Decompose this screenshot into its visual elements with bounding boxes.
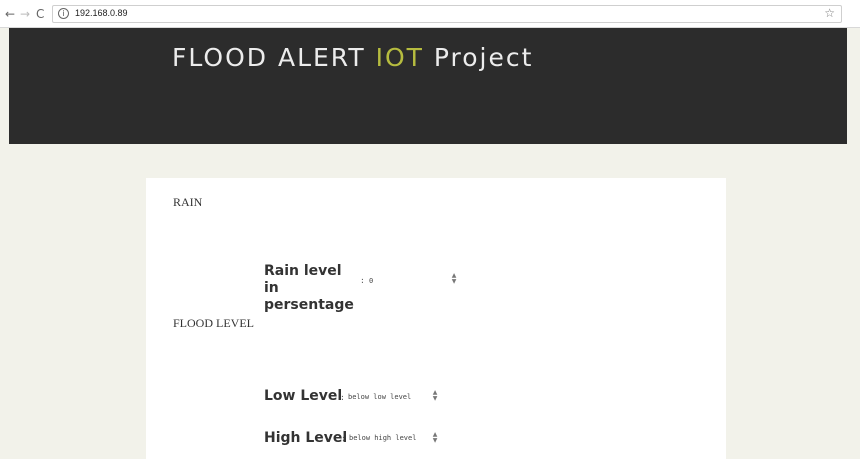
rain-level-field[interactable]: 0: [369, 277, 449, 285]
flood-section-title: FLOOD LEVEL: [173, 316, 254, 330]
forward-icon[interactable]: →: [20, 6, 30, 22]
high-spinner-icon[interactable]: ▲ ▼: [431, 432, 439, 444]
reload-icon[interactable]: C: [36, 6, 44, 22]
high-level-label: High Level: [264, 430, 348, 446]
low-level-field[interactable]: below low level: [348, 393, 428, 401]
title-part1: FLOOD ALERT: [172, 43, 376, 72]
rain-section-title: RAIN: [173, 195, 203, 209]
bookmark-star-icon[interactable]: ☆: [824, 6, 835, 20]
browser-toolbar: ← → C i 192.168.0.89 ☆: [0, 0, 860, 28]
high-level-field[interactable]: below high level: [349, 434, 429, 442]
site-title: FLOOD ALERT IOT Project: [172, 43, 533, 72]
address-bar[interactable]: i 192.168.0.89 ☆: [52, 5, 842, 23]
site-header: FLOOD ALERT IOT Project: [9, 28, 847, 144]
title-accent: IOT: [375, 43, 424, 72]
back-icon[interactable]: ←: [5, 6, 15, 22]
high-level-colon: :: [341, 434, 346, 443]
low-level-label: Low Level: [264, 388, 343, 404]
rain-spinner-icon[interactable]: ▲ ▼: [450, 273, 458, 285]
low-level-colon: :: [340, 393, 345, 402]
title-part2: Project: [423, 43, 534, 72]
url-text[interactable]: 192.168.0.89: [75, 8, 128, 18]
low-spinner-icon[interactable]: ▲ ▼: [431, 390, 439, 402]
rain-colon: :: [360, 276, 365, 285]
info-icon[interactable]: i: [58, 8, 69, 19]
rain-level-label: Rain level in persentage: [264, 263, 354, 313]
